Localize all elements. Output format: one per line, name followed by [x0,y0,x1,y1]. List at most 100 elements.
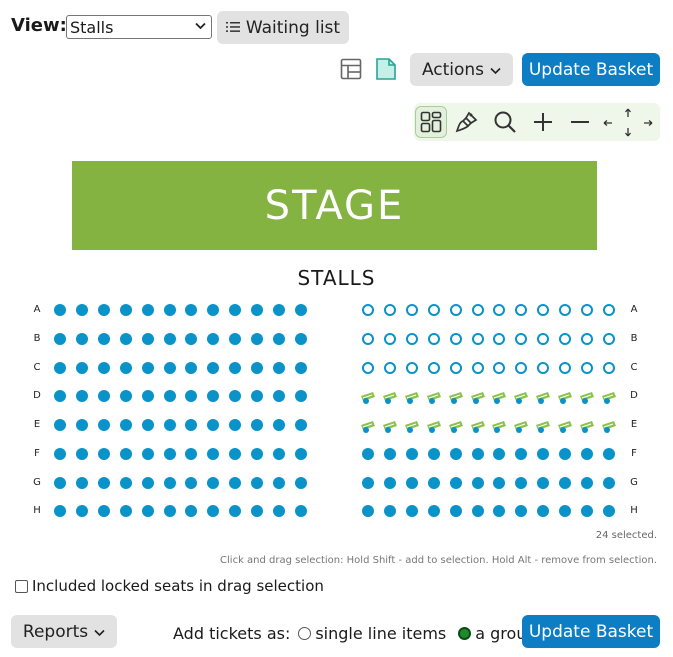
seat-c-left-9[interactable] [229,361,242,374]
seat-f-left-7[interactable] [185,447,198,460]
seat-f-right-2[interactable] [383,447,396,460]
seat-f-left-1[interactable] [54,447,66,460]
seat-e-left-10[interactable] [251,419,264,431]
seat-h-left-6[interactable] [163,505,176,518]
seat-h-left-12[interactable] [294,505,307,518]
minus-icon[interactable] [564,106,596,138]
seat-e-left-2[interactable] [75,419,88,431]
seat-d-left-11[interactable] [273,390,285,403]
seat-a-right-7[interactable] [493,304,506,316]
seat-b-left-3[interactable] [97,332,110,345]
seat-d-left-10[interactable] [251,390,264,403]
seat-c-left-5[interactable] [141,361,154,374]
seat-e-right-5[interactable] [448,418,464,433]
seat-e-right-1[interactable] [360,418,376,433]
seat-f-right-4[interactable] [427,447,440,460]
seat-c-left-3[interactable] [97,361,110,374]
seat-c-left-2[interactable] [75,361,88,374]
seat-c-right-2[interactable] [383,361,396,374]
seat-e-left-6[interactable] [163,419,176,431]
seat-a-right-3[interactable] [405,304,418,316]
plus-icon[interactable] [527,106,559,138]
seat-g-right-6[interactable] [471,476,484,489]
seat-g-left-9[interactable] [229,476,242,489]
seat-c-right-6[interactable] [471,361,484,374]
seat-h-right-12[interactable] [602,505,615,518]
seat-b-left-8[interactable] [207,332,220,345]
seat-d-left-7[interactable] [185,390,198,403]
seat-h-right-1[interactable] [362,505,374,518]
seat-c-left-6[interactable] [163,361,176,374]
seat-a-left-5[interactable] [141,304,154,316]
seat-a-left-10[interactable] [251,304,264,316]
seat-a-right-11[interactable] [581,304,593,316]
seat-a-left-8[interactable] [207,304,220,316]
seat-g-right-3[interactable] [405,476,418,489]
seat-a-right-9[interactable] [537,304,550,316]
actions-button[interactable]: Actions [410,53,513,86]
seat-f-right-11[interactable] [581,447,593,460]
seat-h-right-8[interactable] [515,505,528,518]
paint-brush-icon[interactable] [451,106,483,138]
reports-button[interactable]: Reports [11,615,117,648]
seat-b-left-10[interactable] [251,332,264,345]
seat-c-left-4[interactable] [119,361,132,374]
seat-c-right-5[interactable] [449,361,462,374]
seat-e-left-8[interactable] [207,419,220,431]
seat-c-right-11[interactable] [581,361,593,374]
seat-d-right-1[interactable] [360,389,376,405]
seat-d-left-2[interactable] [75,390,88,403]
seat-b-left-6[interactable] [163,332,176,345]
seat-e-left-11[interactable] [273,419,285,431]
single-line-items-label[interactable]: single line items [315,624,446,643]
seat-d-right-4[interactable] [426,389,442,405]
seat-e-right-11[interactable] [579,418,595,433]
update-basket-button[interactable]: Update Basket [522,53,660,86]
seat-h-left-5[interactable] [141,505,154,518]
seat-a-right-12[interactable] [602,304,615,316]
seat-c-left-1[interactable] [54,361,66,374]
seat-a-left-2[interactable] [75,304,88,316]
seat-g-left-4[interactable] [119,476,132,489]
seat-c-right-4[interactable] [427,361,440,374]
seat-b-left-2[interactable] [75,332,88,345]
waiting-list-button[interactable]: Waiting list [217,11,349,44]
seat-b-right-4[interactable] [427,332,440,345]
seat-a-right-5[interactable] [449,304,462,316]
seat-h-right-6[interactable] [471,505,484,518]
seat-f-left-9[interactable] [229,447,242,460]
seat-a-left-11[interactable] [273,304,285,316]
seat-e-right-6[interactable] [470,418,486,433]
seat-a-right-4[interactable] [427,304,440,316]
seat-e-right-8[interactable] [513,418,529,433]
seat-g-right-1[interactable] [362,476,374,489]
single-line-items-radio[interactable] [298,627,312,640]
seat-h-left-3[interactable] [97,505,110,518]
seat-e-right-7[interactable] [491,418,507,433]
seat-c-right-8[interactable] [515,361,528,374]
seat-g-right-2[interactable] [383,476,396,489]
seat-a-left-3[interactable] [97,304,110,316]
seat-h-right-7[interactable] [493,505,506,518]
seat-h-left-4[interactable] [119,505,132,518]
seat-g-right-8[interactable] [515,476,528,489]
seat-b-right-12[interactable] [602,332,615,345]
seat-a-right-2[interactable] [383,304,396,316]
seat-d-right-2[interactable] [382,389,398,405]
pan-arrows-icon[interactable] [598,106,658,138]
seat-f-right-7[interactable] [493,447,506,460]
seat-h-right-2[interactable] [383,505,396,518]
seat-c-right-10[interactable] [559,361,572,374]
seat-d-left-5[interactable] [141,390,154,403]
seat-d-right-7[interactable] [491,389,507,405]
seat-g-right-12[interactable] [602,476,615,489]
magnifier-icon[interactable] [489,106,521,138]
seat-d-right-5[interactable] [448,389,464,405]
seat-f-left-8[interactable] [207,447,220,460]
seat-g-right-11[interactable] [581,476,593,489]
locked-seats-checkbox[interactable] [15,579,28,593]
seat-c-left-7[interactable] [185,361,198,374]
seat-f-left-4[interactable] [119,447,132,460]
seat-d-left-4[interactable] [119,390,132,403]
update-basket-button[interactable]: Update Basket [522,615,660,648]
